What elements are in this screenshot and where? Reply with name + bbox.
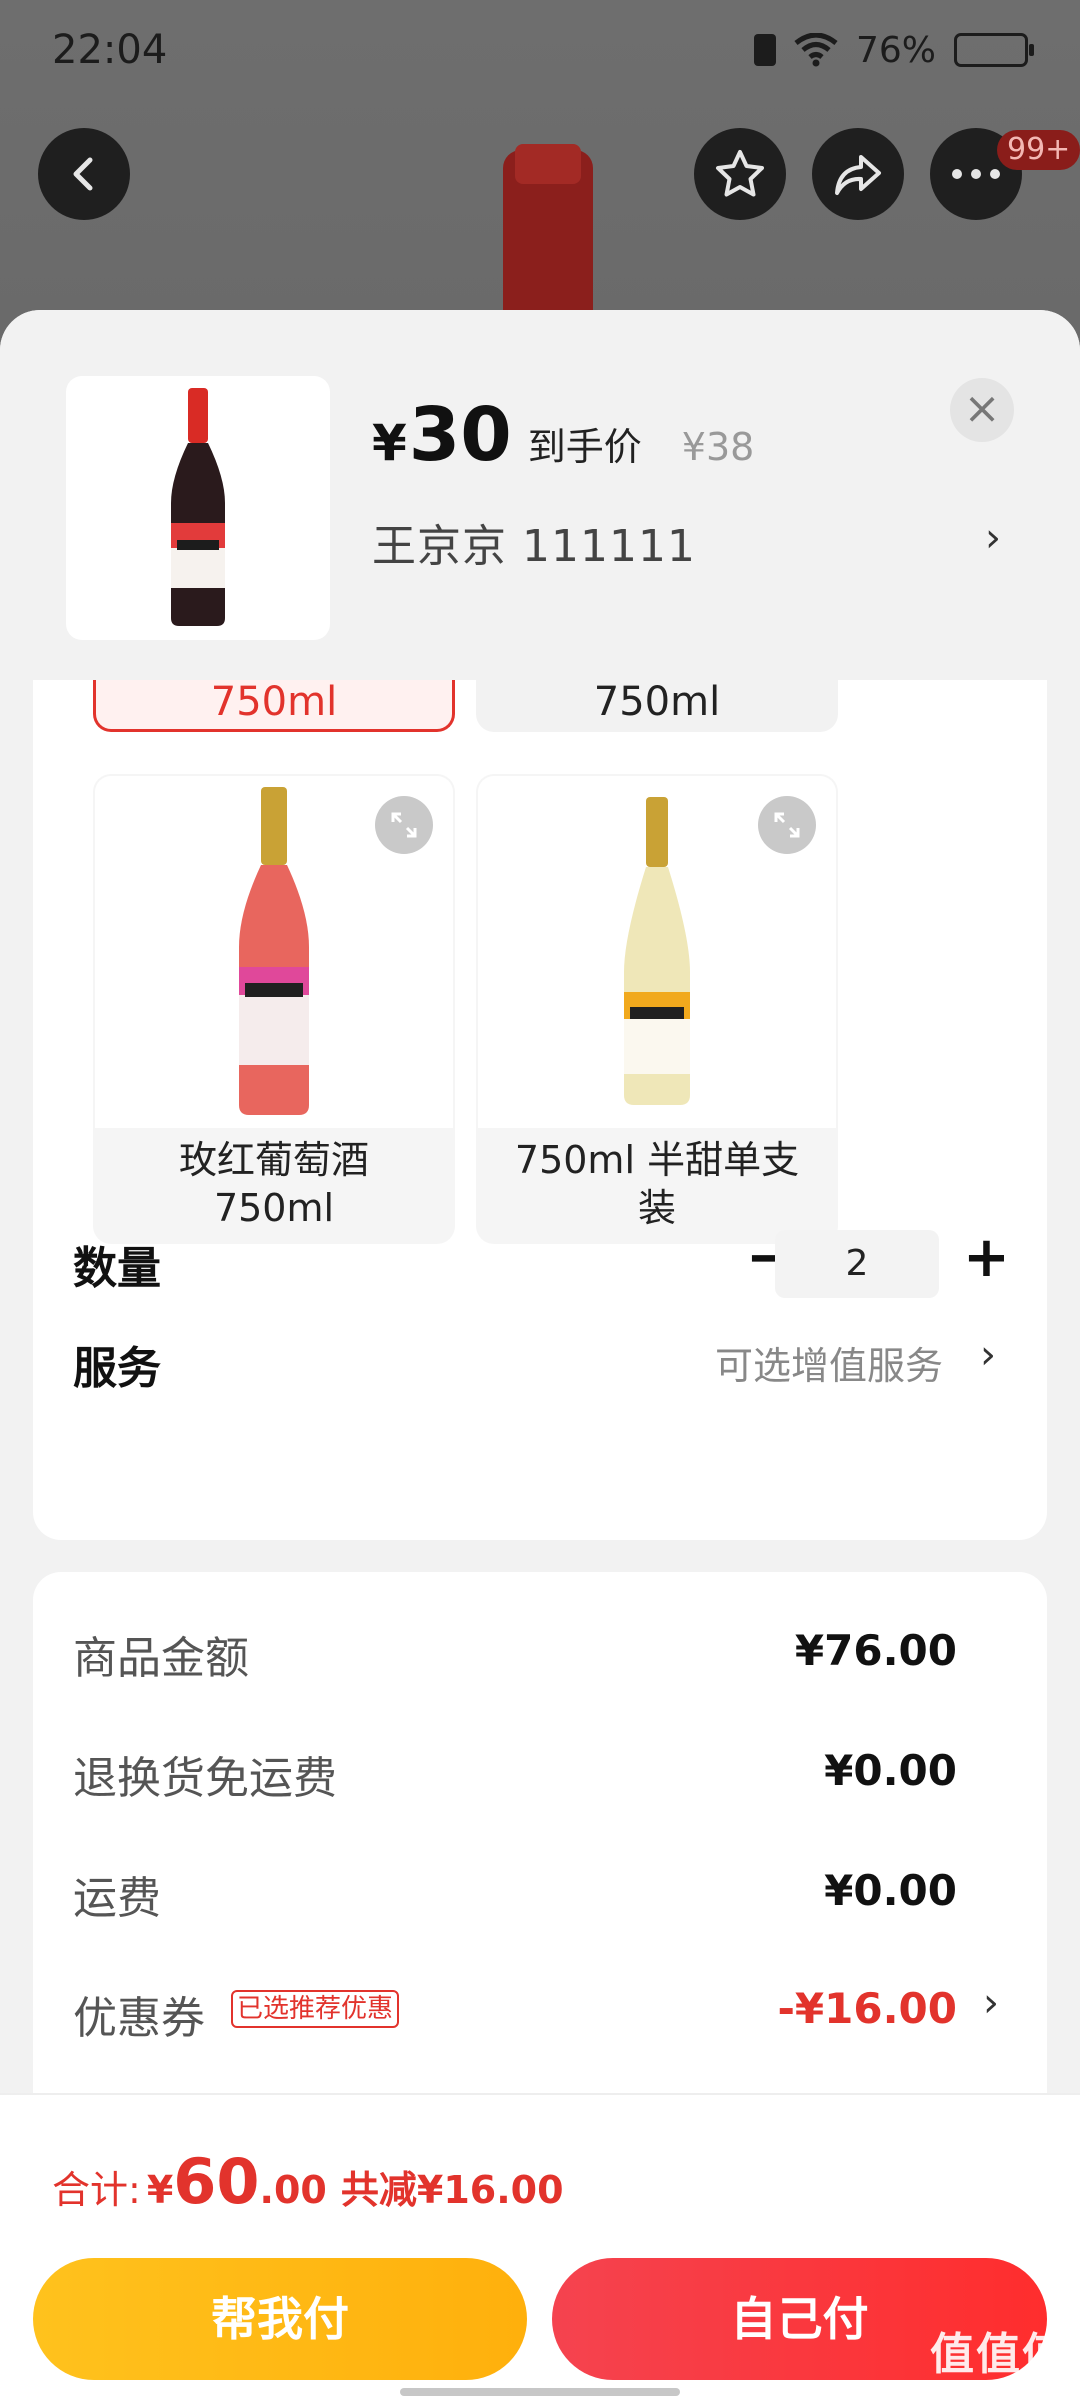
return-shipping-value: ¥0.00 (824, 1746, 957, 1795)
shipping-label: 运费 (73, 1873, 161, 1924)
total-savings: 共减¥16.00 (340, 2168, 564, 2212)
quantity-increase-button[interactable]: + (963, 1225, 1010, 1290)
help-me-pay-button[interactable]: 帮我付 (33, 2258, 527, 2380)
watermark-url: zhizhizhi.com (938, 2382, 1060, 2400)
expand-icon[interactable] (375, 796, 433, 854)
rose-wine-bottle-image (239, 787, 309, 1115)
star-icon (716, 150, 764, 197)
chevron-right-icon[interactable]: › (980, 1332, 996, 1378)
total-decimal: .00 (259, 2168, 327, 2212)
status-right: 76% (753, 29, 1034, 71)
return-shipping-label: 退换货免运费 (73, 1753, 337, 1804)
chevron-right-icon[interactable]: › (985, 515, 1001, 561)
original-price: ¥38 (681, 425, 755, 469)
favorite-button[interactable] (694, 128, 786, 220)
total-integer: 60 (173, 2145, 260, 2218)
service-value[interactable]: 可选增值服务 (715, 1335, 943, 1390)
wifi-icon (794, 33, 838, 67)
seller-info[interactable]: 王京京 111111 (372, 510, 696, 574)
chevron-left-icon (73, 157, 93, 191)
white-wine-bottle-image (624, 797, 690, 1105)
goods-amount-label: 商品金额 (73, 1633, 249, 1684)
checkout-bar: 合计: ¥ 60 .00 共减¥16.00 帮我付 自己付 (0, 2093, 1080, 2400)
price-summary-card: 商品金额 ¥76.00 退换货免运费 ¥0.00 运费 ¥0.00 优惠券 已选… (33, 1572, 1047, 2172)
total-label: 合计: (52, 2168, 141, 2212)
sheet-header: ¥ 30 到手价 ¥38 王京京 111111 › × (0, 310, 1080, 680)
status-time: 22:04 (52, 27, 168, 73)
watermark: 值值值 zhizhizhi.com (930, 2318, 1068, 2400)
price-label: 到手价 (527, 425, 642, 469)
home-indicator[interactable] (400, 2388, 680, 2396)
more-icon (952, 169, 1000, 179)
back-button[interactable] (38, 128, 130, 220)
product-thumbnail[interactable] (66, 376, 330, 640)
variant-label: 玫红葡萄酒 750ml (178, 1138, 369, 1230)
message-badge: 99+ (997, 130, 1080, 170)
variant-card-white[interactable]: 750ml 半甜单支 装 (476, 774, 838, 1244)
options-card: 750ml 750ml 玫红葡萄酒 750ml 750ml 半甜单支 装 (33, 680, 1047, 1540)
price-currency: ¥ (372, 414, 407, 472)
final-price: 30 (408, 392, 512, 478)
share-icon (835, 155, 881, 195)
page: 22:04 76% 99+ ¥ 30 到手价 ¥38 王京京 111111 › … (0, 0, 1080, 2400)
price-line: ¥ 30 到手价 ¥38 (372, 392, 754, 478)
variant-option[interactable]: 750ml (476, 680, 838, 732)
expand-icon[interactable] (758, 796, 816, 854)
close-button[interactable]: × (950, 378, 1014, 442)
purchase-sheet: ¥ 30 到手价 ¥38 王京京 111111 › × 750ml 750ml (0, 310, 1080, 2400)
watermark-logo-text: 值值值 (930, 2329, 1068, 2380)
shipping-value: ¥0.00 (824, 1866, 957, 1915)
coupon-label: 优惠券 (73, 1993, 205, 2044)
chevron-right-icon[interactable]: › (983, 1980, 999, 2026)
quantity-label: 数量 (73, 1243, 161, 1294)
variant-card-rose[interactable]: 玫红葡萄酒 750ml (93, 774, 455, 1244)
total-price: 合计: ¥ 60 .00 共减¥16.00 (52, 2145, 564, 2218)
goods-amount-value: ¥76.00 (794, 1626, 957, 1675)
service-label: 服务 (73, 1343, 161, 1394)
battery-icon (954, 33, 1034, 67)
red-wine-bottle-image (171, 388, 225, 626)
variant-label: 750ml 半甜单支 装 (514, 1138, 800, 1230)
share-button[interactable] (812, 128, 904, 220)
coupon-tag: 已选推荐优惠 (231, 1990, 400, 2028)
variant-option-selected[interactable]: 750ml (93, 680, 455, 732)
sim-icon (753, 34, 776, 66)
total-currency: ¥ (146, 2168, 174, 2212)
coupon-value[interactable]: -¥16.00 (777, 1984, 957, 2033)
battery-percent: 76% (855, 29, 936, 71)
expand-arrows-icon (774, 812, 800, 838)
status-bar: 22:04 76% (0, 0, 1080, 100)
quantity-input[interactable]: 2 (775, 1230, 939, 1298)
expand-arrows-icon (391, 812, 417, 838)
